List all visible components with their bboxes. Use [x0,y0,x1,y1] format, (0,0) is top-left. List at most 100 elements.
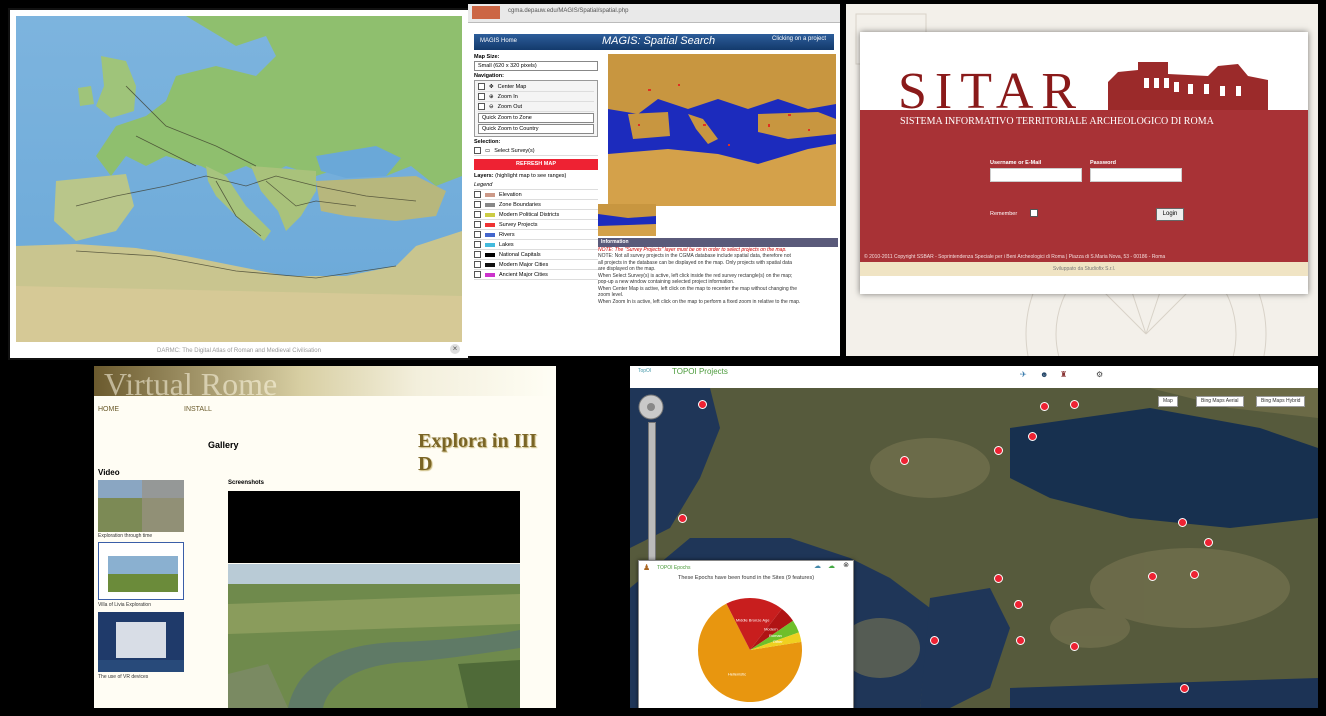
map-size-select[interactable]: Small (620 x 320 pixels) [474,61,598,71]
video-thumbnail[interactable] [98,480,184,532]
site-pin[interactable] [1204,538,1213,547]
popup-title: These Epochs have been found in the Site… [677,575,815,581]
nav-zoom-out[interactable]: ⊖ Zoom Out [478,102,594,112]
figure-icon[interactable]: ♜ [1060,370,1067,379]
site-pin[interactable] [900,456,909,465]
layer-row[interactable]: Modern Major Cities [474,260,598,270]
layer-checkbox[interactable] [474,271,481,278]
layer-name: National Capitals [499,251,541,258]
layer-checkbox[interactable] [474,241,481,248]
layer-swatch [485,202,495,207]
layer-checkbox[interactable] [474,261,481,268]
layer-name: Lakes [499,241,514,248]
address-url[interactable]: cgma.depauw.edu/MAGIS/Spatial/spatial.ph… [508,8,628,14]
site-pin[interactable] [930,636,939,645]
layer-checkbox[interactable] [474,211,481,218]
nav-zoom-in[interactable]: ⊕ Zoom In [478,92,594,102]
site-pin[interactable] [1016,636,1025,645]
site-pin[interactable] [1014,600,1023,609]
map-type-map-button[interactable]: Map [1158,396,1178,407]
radio-icon[interactable] [478,83,485,90]
nav-install-link[interactable]: INSTALL [184,406,212,413]
site-pin[interactable] [1180,684,1189,693]
layer-checkbox[interactable] [474,201,481,208]
video-thumbnail[interactable] [98,612,184,672]
layer-name: Survey Projects [499,221,538,228]
layer-checkbox[interactable] [474,191,481,198]
quick-zoom-zone-select[interactable]: Quick Zoom to Zone [478,113,594,123]
site-pin[interactable] [1070,400,1079,409]
map-navigation-control-icon[interactable] [638,394,664,420]
magis-click-note: Clicking on a project [772,36,827,42]
password-field[interactable] [1090,168,1182,182]
sitar-subtitle: SISTEMA INFORMATIVO TERRITORIALE ARCHEOL… [900,116,1214,127]
cloud-icon[interactable]: ☁ [814,562,821,570]
select-icon: ▭ [485,147,491,154]
bird-icon[interactable]: ✈ [1020,370,1027,379]
sitar-login-card: SITAR SISTEMA INFORMATIVO TERRITORIALE A… [860,32,1308,294]
map-type-hybrid-button[interactable]: Bing Maps Hybrid [1256,396,1306,407]
site-pin[interactable] [1040,402,1049,411]
epochs-pie-chart[interactable]: Hellenistic Middle Bronze Age Modern RomanO… [695,595,805,705]
layer-row[interactable]: Elevation [474,190,598,200]
layer-row[interactable]: Survey Projects [474,220,598,230]
radio-icon[interactable] [478,93,485,100]
tiber-river-screenshot[interactable] [228,564,520,708]
refresh-map-button[interactable]: REFRESH MAP [474,159,598,170]
cloud-icon[interactable]: ☁ [828,562,835,570]
site-pin[interactable] [1070,642,1079,651]
username-field[interactable] [990,168,1082,182]
person-icon[interactable]: ☻ [1040,370,1048,379]
layer-checkbox[interactable] [474,251,481,258]
select-surveys-option[interactable]: ▭ Select Survey(s) [474,146,598,156]
layer-list: Elevation Zone Boundaries Modern Political… [474,190,598,280]
site-pin[interactable] [1178,518,1187,527]
radio-icon[interactable] [478,103,485,110]
magis-map[interactable] [608,54,836,206]
layer-name: Zone Boundaries [499,201,541,208]
site-pin[interactable] [994,446,1003,455]
site-pin[interactable] [1028,432,1037,441]
site-pin[interactable] [1148,572,1157,581]
layer-row[interactable]: Rivers [474,230,598,240]
browser-address-bar[interactable]: cgma.depauw.edu/MAGIS/Spatial/spatial.ph… [468,4,840,23]
layer-name: Elevation [499,191,522,198]
layer-row[interactable]: National Capitals [474,250,598,260]
gallery-title: Gallery [208,440,239,450]
layer-checkbox[interactable] [474,221,481,228]
layer-row[interactable]: Lakes [474,240,598,250]
video-caption: Exploration through time [98,533,153,539]
magis-information: Information NOTE: The "Survey Projects" … [598,238,838,356]
darmc-map[interactable] [16,16,462,342]
layer-row[interactable]: Zone Boundaries [474,200,598,210]
nav-center-map[interactable]: ✥ Center Map [478,82,594,92]
magis-home-link[interactable]: MAGIS Home [480,38,517,44]
site-pin[interactable] [678,514,687,523]
password-label: Password [1090,160,1116,166]
nav-zoomout-label: Zoom Out [497,103,523,110]
site-pin[interactable] [1190,570,1199,579]
pie-slice-label: Other [773,639,784,644]
tools-icon[interactable]: ⚙ [1096,370,1103,379]
close-icon[interactable]: × [450,344,460,354]
nav-home-link[interactable]: HOME [98,406,119,413]
layer-row[interactable]: Modern Political Districts [474,210,598,220]
magis-overview-map[interactable] [598,204,656,236]
quick-zoom-country-select[interactable]: Quick Zoom to Country [478,124,594,134]
video-thumbnail[interactable] [98,542,184,600]
layer-checkbox[interactable] [474,231,481,238]
layer-swatch [485,222,495,227]
layer-row[interactable]: Ancient Major Cities [474,270,598,280]
browser-back-icon[interactable] [472,6,500,19]
close-icon[interactable]: ⊗ [843,561,849,569]
site-pin[interactable] [994,574,1003,583]
remember-checkbox[interactable] [1030,209,1038,217]
sitar-panel: SITAR SISTEMA INFORMATIVO TERRITORIALE A… [846,4,1318,356]
radio-icon[interactable] [474,147,481,154]
login-button[interactable]: Login [1156,208,1184,221]
map-size-label: Map Size: [474,54,500,60]
map-type-aerial-button[interactable]: Bing Maps Aerial [1196,396,1244,407]
site-pin[interactable] [698,400,707,409]
zoom-slider[interactable] [648,422,656,574]
pie-slice-label: Middle Bronze Age [736,618,770,623]
